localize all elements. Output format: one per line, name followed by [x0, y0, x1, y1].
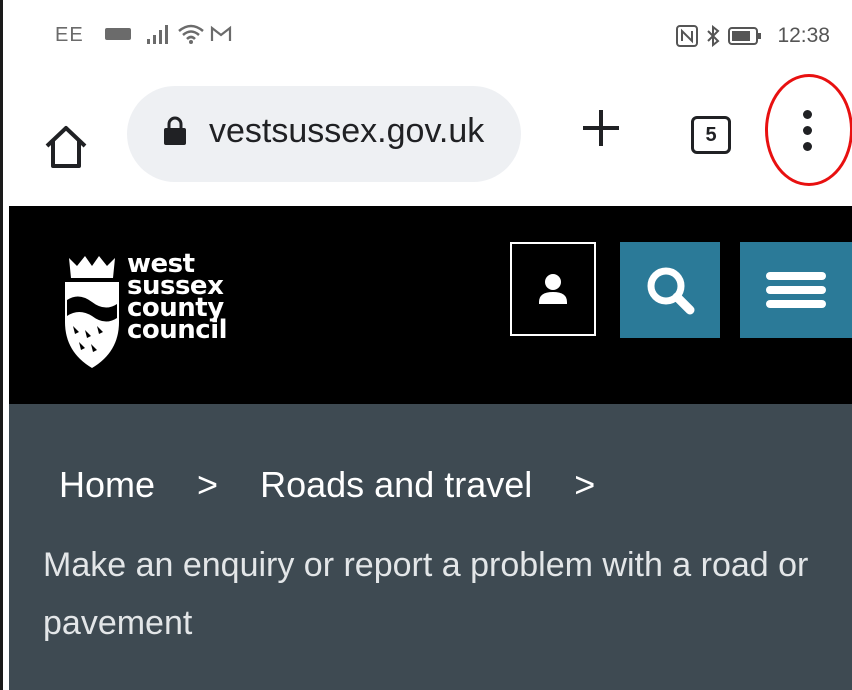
gmail-icon — [210, 25, 231, 41]
user-icon — [539, 274, 567, 304]
site-menu-button[interactable] — [740, 242, 852, 338]
status-icons-right: 12:38 — [675, 24, 830, 48]
volte-icon — [105, 27, 131, 40]
breadcrumb-current-page: Make an enquiry or report a problem with… — [43, 546, 809, 642]
search-button[interactable] — [620, 242, 720, 338]
breadcrumb: Home > Roads and travel > Make an enquir… — [9, 404, 852, 690]
highlight-annotation — [765, 74, 852, 186]
carrier-label: EE — [55, 24, 84, 46]
council-crest-icon[interactable] — [59, 252, 125, 372]
site-header: west sussex county council — [9, 206, 852, 404]
logo-line: council — [127, 315, 228, 345]
account-button[interactable] — [510, 242, 596, 336]
bluetooth-icon — [707, 25, 720, 48]
breadcrumb-home-link[interactable]: Home — [59, 464, 155, 505]
lock-icon — [164, 116, 186, 145]
status-bar: EE 12:38 — [3, 0, 852, 80]
url-text[interactable]: vestsussex.gov.uk — [209, 112, 484, 151]
hamburger-icon — [766, 272, 826, 308]
clock: 12:38 — [777, 24, 830, 47]
status-icons-left — [105, 22, 232, 45]
breadcrumb-roads-link[interactable]: Roads and travel — [260, 464, 532, 505]
browser-toolbar: vestsussex.gov.uk 5 — [3, 80, 852, 202]
wifi-icon — [178, 24, 204, 44]
new-tab-button[interactable] — [579, 106, 623, 159]
tab-switcher-button[interactable]: 5 — [691, 116, 731, 154]
breadcrumb-links: Home > Roads and travel > — [59, 464, 627, 506]
battery-icon — [727, 27, 761, 46]
home-icon[interactable] — [43, 124, 89, 170]
council-logo-text[interactable]: west sussex county council — [127, 251, 228, 345]
signal-icon — [146, 24, 168, 44]
breadcrumb-separator: > — [574, 464, 596, 505]
address-bar[interactable]: vestsussex.gov.uk — [127, 86, 521, 182]
search-icon — [647, 267, 695, 315]
nfc-icon — [675, 25, 698, 48]
breadcrumb-separator: > — [197, 464, 219, 505]
plus-icon — [583, 110, 619, 146]
